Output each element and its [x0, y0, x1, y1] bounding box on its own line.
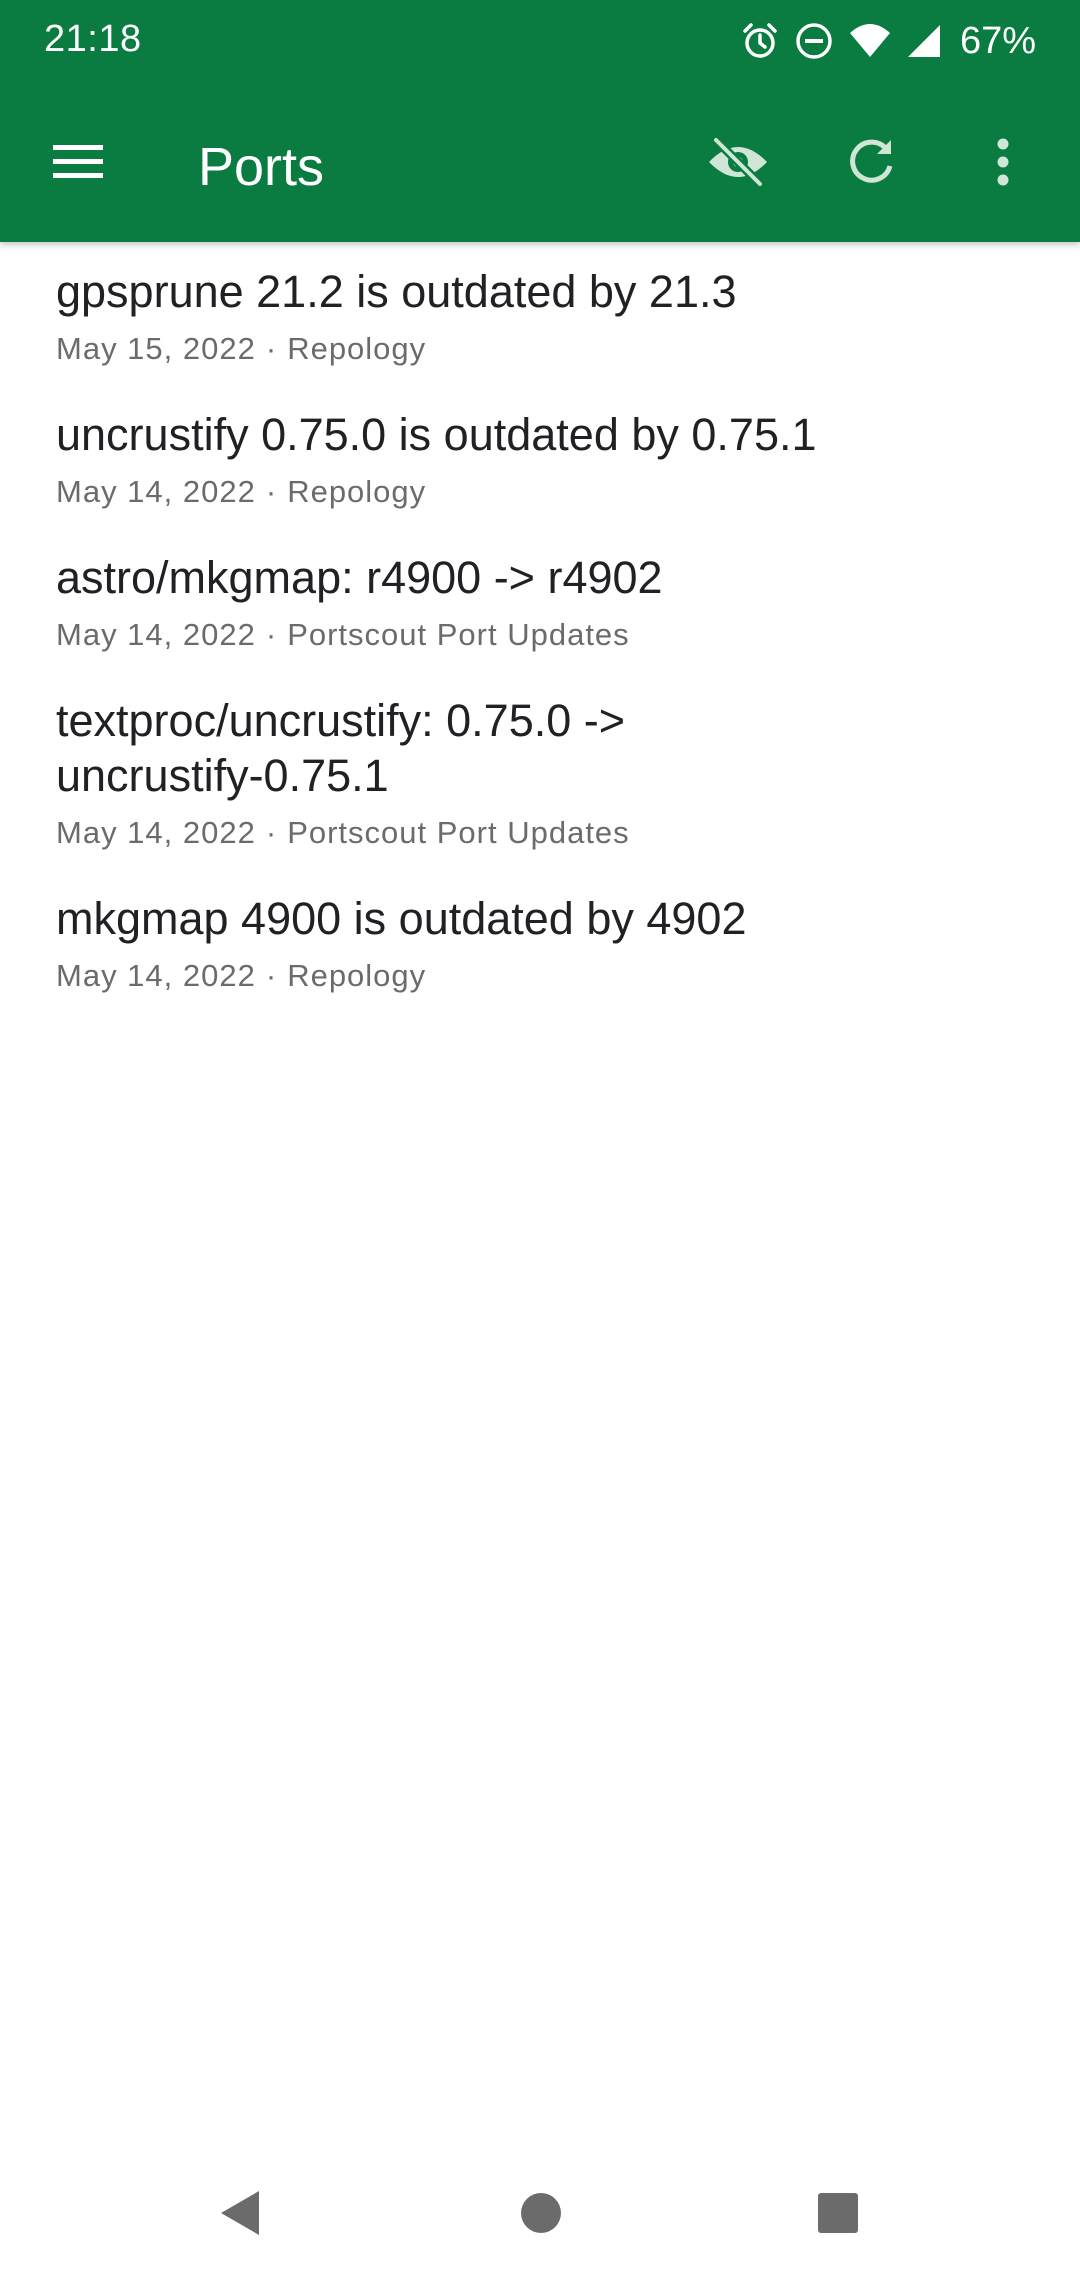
meta-separator: · — [265, 474, 278, 509]
list-item[interactable]: gpsprune 21.2 is outdated by 21.3 May 15… — [0, 242, 1080, 385]
navigation-bar — [0, 2140, 1080, 2280]
screen: 21:18 67% Ports gpsprune 21.2 is outdate… — [0, 0, 1080, 2280]
item-date: May 14, 2022 — [56, 815, 256, 850]
item-date: May 15, 2022 — [56, 331, 256, 366]
list-item[interactable]: textproc/uncrustify: 0.75.0 -> uncrustif… — [0, 671, 1080, 869]
status-bar: 21:18 67% — [0, 0, 1080, 84]
item-source: Portscout Port Updates — [287, 815, 630, 850]
more-options-button[interactable] — [955, 116, 1051, 212]
recents-icon — [817, 2192, 859, 2239]
item-meta: May 14, 2022 · Portscout Port Updates — [56, 813, 1024, 853]
updates-list: gpsprune 21.2 is outdated by 21.3 May 15… — [0, 242, 1080, 1012]
home-button[interactable] — [496, 2170, 586, 2260]
list-item[interactable]: astro/mkgmap: r4900 -> r4902 May 14, 202… — [0, 528, 1080, 671]
item-title: textproc/uncrustify: 0.75.0 -> uncrustif… — [56, 695, 626, 801]
back-icon — [217, 2188, 263, 2243]
do-not-disturb-icon — [794, 21, 834, 61]
status-icons: 67% — [740, 16, 1036, 66]
item-date: May 14, 2022 — [56, 958, 256, 993]
status-time: 21:18 — [44, 18, 142, 60]
battery-percentage: 67% — [959, 19, 1036, 62]
refresh-icon — [845, 136, 897, 193]
item-meta: May 15, 2022 · Repology — [56, 329, 1024, 369]
meta-separator: · — [265, 958, 278, 993]
item-title: gpsprune 21.2 is outdated by 21.3 — [56, 266, 737, 317]
item-title: uncrustify 0.75.0 is outdated by 0.75.1 — [56, 409, 817, 460]
item-date: May 14, 2022 — [56, 474, 256, 509]
item-meta: May 14, 2022 · Repology — [56, 472, 1024, 512]
item-title: astro/mkgmap: r4900 -> r4902 — [56, 552, 663, 603]
refresh-button[interactable] — [823, 116, 919, 212]
menu-button[interactable] — [30, 116, 126, 212]
item-title: mkgmap 4900 is outdated by 4902 — [56, 893, 747, 944]
meta-separator: · — [265, 617, 278, 652]
more-vert-icon — [995, 137, 1011, 192]
cell-signal-icon — [906, 21, 942, 61]
item-source: Repology — [287, 331, 427, 366]
hide-read-button[interactable] — [690, 116, 786, 212]
item-meta: May 14, 2022 · Portscout Port Updates — [56, 615, 1024, 655]
meta-separator: · — [265, 331, 278, 366]
home-icon — [519, 2191, 563, 2240]
wifi-icon — [848, 21, 892, 61]
hamburger-menu-icon — [51, 142, 105, 187]
visibility-off-icon — [706, 134, 770, 195]
item-meta: May 14, 2022 · Repology — [56, 956, 1024, 996]
meta-separator: · — [265, 815, 278, 850]
app-bar: Ports — [0, 84, 1080, 242]
alarm-icon — [740, 21, 780, 61]
item-source: Portscout Port Updates — [287, 617, 630, 652]
list-item[interactable]: mkgmap 4900 is outdated by 4902 May 14, … — [0, 869, 1080, 1012]
item-source: Repology — [287, 958, 427, 993]
item-date: May 14, 2022 — [56, 617, 256, 652]
recents-button[interactable] — [793, 2170, 883, 2260]
back-button[interactable] — [195, 2170, 285, 2260]
list-item[interactable]: uncrustify 0.75.0 is outdated by 0.75.1 … — [0, 385, 1080, 528]
item-source: Repology — [287, 474, 427, 509]
page-title: Ports — [198, 137, 325, 197]
